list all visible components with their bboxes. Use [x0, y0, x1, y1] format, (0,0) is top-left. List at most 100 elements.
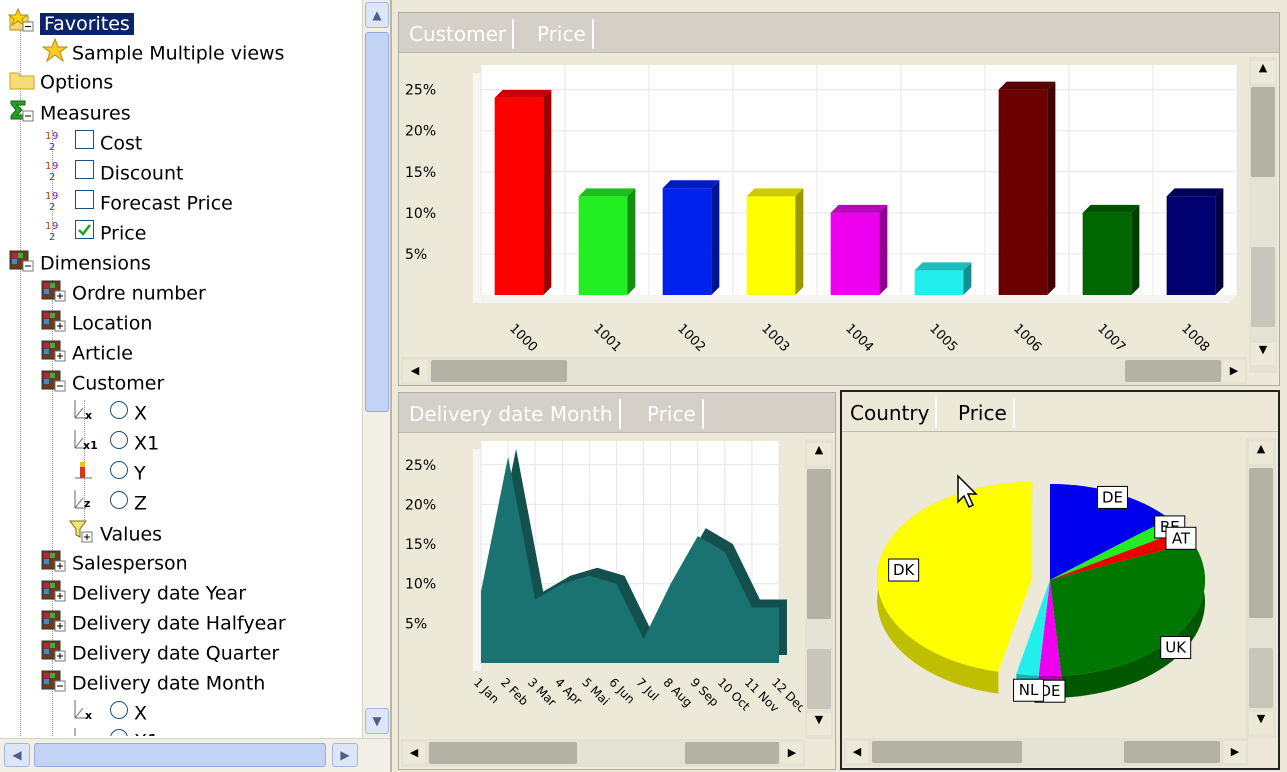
dimension-label: Delivery date Quarter	[72, 642, 280, 665]
scroll-down-button[interactable]: ▼	[807, 713, 831, 735]
mouse-cursor-icon	[957, 474, 978, 509]
dimension-location[interactable]: Location	[40, 308, 152, 336]
top-vertical-scrollbar[interactable]: ▲ ▼	[1249, 57, 1277, 373]
dimension-delivery-year[interactable]: Delivery date Year	[40, 578, 246, 606]
tab-country[interactable]: Country	[844, 398, 938, 428]
svg-text:1: 1	[45, 131, 51, 142]
axis-row-y[interactable]: Y	[72, 458, 146, 486]
bar-side	[543, 89, 552, 295]
scroll-down-button[interactable]: ▼	[1249, 712, 1273, 734]
bar	[1082, 212, 1132, 295]
checkbox-forecast-price[interactable]	[74, 189, 96, 219]
radio-month-x1[interactable]	[108, 727, 130, 736]
bar	[998, 89, 1048, 295]
month-axis-row-x[interactable]: x X	[72, 698, 147, 726]
dimension-article[interactable]: Article	[40, 338, 133, 366]
tree-item-measures[interactable]: Measures	[8, 98, 131, 126]
scroll-up-button[interactable]: ▲	[807, 443, 831, 465]
scroll-down-button[interactable]: ▼	[1251, 343, 1275, 365]
bottom-left-horizontal-scrollbar[interactable]: ◀ ▶	[401, 739, 805, 767]
checkbox-price-checked[interactable]	[74, 219, 96, 249]
cube-icon	[40, 608, 68, 640]
scroll-thumb[interactable]	[34, 743, 326, 767]
scroll-up-button[interactable]: ▲	[1249, 442, 1273, 464]
scroll-right-button[interactable]: ▶	[1224, 741, 1246, 763]
measure-row-cost[interactable]: 192 Cost	[44, 128, 142, 156]
x-tick-label: 2 Feb	[498, 675, 531, 708]
tree-item-values[interactable]: Values	[68, 518, 162, 546]
scroll-left-button[interactable]: ◀	[4, 743, 30, 767]
scroll-thumb-lower[interactable]	[1251, 247, 1275, 327]
measure-label-price: Price	[100, 222, 147, 245]
radio-y[interactable]	[108, 459, 130, 489]
top-horizontal-scrollbar[interactable]: ◀ ▶	[401, 357, 1247, 385]
month-axis-row-x1[interactable]: X1	[72, 726, 352, 736]
scroll-thumb-lower[interactable]	[1249, 648, 1273, 708]
bottom-right-horizontal-scrollbar[interactable]: ◀ ▶	[844, 738, 1248, 766]
measure-row-forecast-price[interactable]: 192 Forecast Price	[44, 188, 233, 216]
scroll-up-button[interactable]: ▲	[1251, 61, 1275, 83]
dimension-salesperson[interactable]: Salesperson	[40, 548, 188, 576]
tab-customer[interactable]: Customer	[403, 19, 515, 49]
tree-item-sample-views[interactable]: Sample Multiple views	[41, 37, 284, 66]
tree-vertical-scrollbar[interactable]: ▲ ▼	[362, 0, 390, 738]
bar-top	[578, 188, 636, 197]
axis-row-x[interactable]: x X	[72, 398, 147, 426]
scroll-left-button[interactable]: ◀	[403, 742, 425, 764]
dimension-customer[interactable]: Customer	[40, 368, 164, 396]
radio-month-x[interactable]	[108, 699, 130, 729]
scroll-left-button[interactable]: ◀	[846, 741, 868, 763]
filter-icon	[68, 518, 96, 552]
svg-text:1: 1	[45, 221, 51, 232]
tab-delivery-month[interactable]: Delivery date Month	[403, 399, 621, 429]
scroll-thumb[interactable]	[365, 32, 389, 412]
dimension-delivery-halfyear[interactable]: Delivery date Halfyear	[40, 608, 286, 636]
cube-icon	[40, 308, 68, 340]
x-tick-label: 1002	[674, 321, 708, 355]
bottom-left-vertical-scrollbar[interactable]: ▲ ▼	[805, 439, 833, 739]
tab-price[interactable]: Price	[641, 399, 704, 429]
scroll-thumb[interactable]	[872, 741, 1022, 763]
tree-label-options: Options	[40, 71, 114, 94]
checkbox-discount[interactable]	[74, 159, 96, 189]
scroll-thumb-right[interactable]	[1124, 741, 1220, 763]
scroll-right-button[interactable]: ▶	[1223, 360, 1245, 382]
bottom-right-vertical-scrollbar[interactable]: ▲ ▼	[1246, 438, 1276, 738]
tab-price[interactable]: Price	[531, 19, 594, 49]
svg-text:2: 2	[49, 232, 55, 242]
axis-row-z[interactable]: z Z	[72, 488, 147, 516]
scroll-right-button[interactable]: ▶	[781, 742, 803, 764]
pie-label: UK	[1160, 636, 1192, 660]
tree-item-favorites[interactable]: Favorites	[7, 7, 134, 36]
radio-z[interactable]	[108, 489, 130, 519]
axis-row-x1[interactable]: x1 X1	[72, 428, 159, 456]
scroll-thumb[interactable]	[429, 742, 577, 764]
radio-x[interactable]	[108, 399, 130, 429]
scroll-thumb[interactable]	[807, 469, 831, 619]
top-chart-header: Customer Price	[399, 13, 1279, 53]
measure-row-price[interactable]: 192 Price	[44, 218, 146, 246]
scroll-left-button[interactable]: ◀	[403, 360, 427, 382]
scroll-thumb[interactable]	[1251, 87, 1275, 177]
tab-price[interactable]: Price	[952, 398, 1015, 428]
scroll-thumb[interactable]	[431, 360, 567, 382]
scroll-thumb[interactable]	[1249, 468, 1273, 618]
tree-item-dimensions[interactable]: Dimensions	[8, 248, 151, 276]
x-tick-label: 1005	[926, 321, 960, 355]
dimension-delivery-month[interactable]: Delivery date Month	[40, 668, 265, 696]
tree-item-options[interactable]: Options	[8, 68, 113, 96]
x-tick-label: 5 Mai	[579, 675, 612, 708]
scroll-up-button[interactable]: ▲	[365, 2, 389, 28]
scroll-thumb-right[interactable]	[685, 742, 779, 764]
checkbox-cost[interactable]	[74, 129, 96, 159]
dimension-ordre-number[interactable]: Ordre number	[40, 278, 206, 306]
scroll-right-button[interactable]: ▶	[332, 743, 358, 767]
measure-row-discount[interactable]: 192 Discount	[44, 158, 183, 186]
dimension-delivery-quarter[interactable]: Delivery date Quarter	[40, 638, 279, 666]
tree-horizontal-scrollbar[interactable]: ◀ ▶	[0, 738, 390, 772]
axis-x1-icon	[72, 726, 98, 736]
radio-x1[interactable]	[108, 429, 130, 459]
scroll-thumb-right[interactable]	[1125, 360, 1221, 382]
scroll-down-button[interactable]: ▼	[365, 708, 389, 734]
scroll-thumb-lower[interactable]	[807, 649, 831, 709]
